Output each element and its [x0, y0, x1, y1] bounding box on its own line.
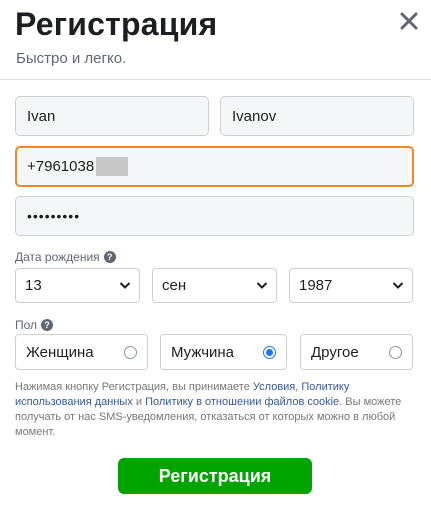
gender-label: Пол ?	[15, 318, 54, 332]
terms-text: и	[132, 396, 146, 408]
gender-option-male[interactable]: Мужчина	[160, 334, 287, 370]
birthday-year-select[interactable]: 1987	[289, 268, 413, 303]
terms-text: Нажимая кнопку Регистрация, вы принимает…	[15, 381, 253, 393]
first-name-field[interactable]: Ivan	[15, 96, 209, 136]
chevron-down-icon	[392, 282, 404, 289]
page-subtitle: Быстро и легко.	[16, 50, 127, 67]
year-value: 1987	[299, 277, 333, 294]
gender-option-label: Другое	[311, 343, 359, 361]
day-value: 13	[25, 277, 42, 294]
birthday-label-text: Дата рождения	[15, 250, 100, 264]
redaction-mask	[96, 157, 129, 176]
close-icon[interactable]	[394, 6, 424, 36]
first-name-value: Ivan	[27, 107, 56, 125]
gender-option-other[interactable]: Другое	[300, 334, 413, 370]
dialog-header: Регистрация Быстро и легко.	[0, 0, 431, 80]
password-value: •••••••••	[27, 208, 81, 224]
radio-button-checked[interactable]	[263, 346, 276, 359]
page-title: Регистрация	[15, 6, 218, 42]
cookie-policy-link[interactable]: Политику в отношении файлов cookie	[145, 396, 339, 408]
help-icon[interactable]: ?	[103, 251, 116, 263]
gender-option-label: Мужчина	[171, 343, 235, 361]
chevron-down-icon	[119, 282, 131, 289]
last-name-value: Ivanov	[232, 107, 277, 125]
radio-button[interactable]	[389, 346, 402, 359]
birthday-label: Дата рождения ?	[15, 250, 116, 264]
help-icon[interactable]: ?	[41, 319, 54, 331]
last-name-field[interactable]: Ivanov	[220, 96, 414, 136]
radio-button[interactable]	[124, 346, 137, 359]
chevron-down-icon	[256, 282, 268, 289]
terms-notice: Нажимая кнопку Регистрация, вы принимает…	[15, 380, 415, 440]
phone-field[interactable]: +7961038	[15, 146, 414, 187]
password-field[interactable]: •••••••••	[15, 196, 414, 236]
terms-link[interactable]: Условия	[253, 381, 295, 393]
birthday-month-select[interactable]: сен	[152, 268, 277, 303]
register-button[interactable]: Регистрация	[118, 458, 312, 494]
birthday-day-select[interactable]: 13	[15, 268, 140, 303]
gender-label-text: Пол	[15, 318, 38, 332]
phone-value: +7961038	[27, 158, 95, 175]
gender-option-label: Женщина	[26, 343, 94, 361]
gender-option-female[interactable]: Женщина	[15, 334, 148, 370]
month-value: сен	[162, 277, 187, 294]
